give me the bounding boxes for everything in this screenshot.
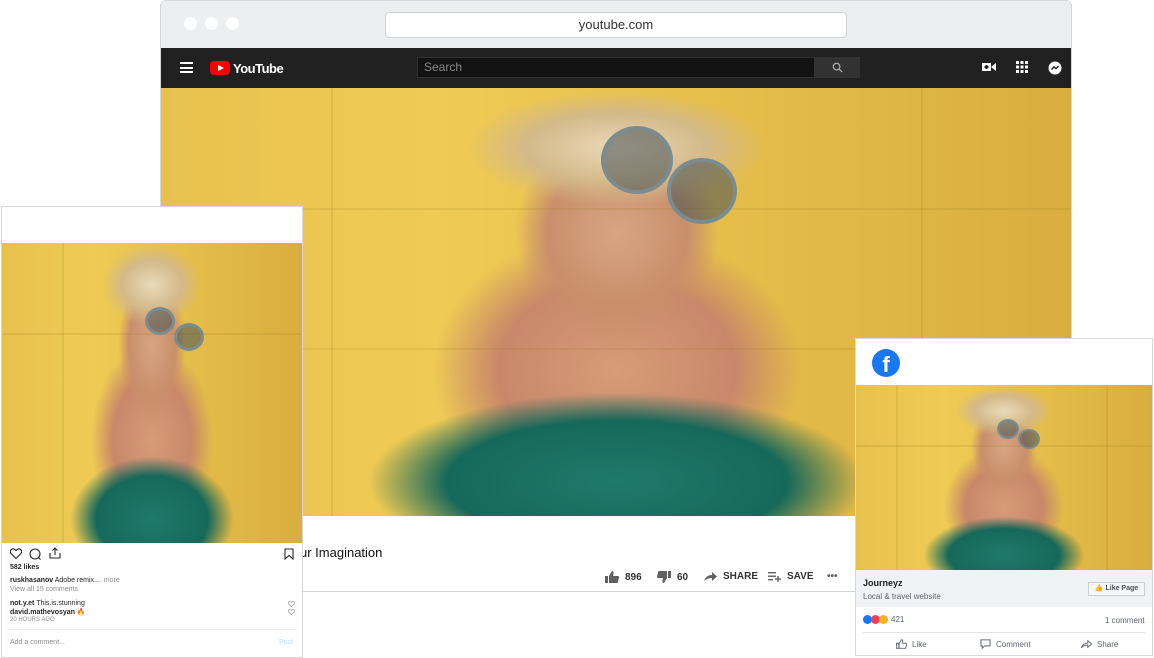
share-arrow-icon bbox=[1081, 639, 1092, 649]
window-close-dot[interactable] bbox=[184, 17, 197, 30]
bookmark-icon[interactable] bbox=[284, 548, 294, 560]
comment-like-heart-icon[interactable] bbox=[288, 609, 295, 615]
divider bbox=[863, 632, 1145, 633]
facebook-post: f Journeyz Local & travel website 👍 Like… bbox=[855, 338, 1153, 656]
youtube-header: YouTube Search bbox=[161, 48, 1071, 88]
comment-bubble-icon bbox=[980, 639, 991, 649]
thumbs-up-icon bbox=[896, 639, 907, 649]
share-action-label: Share bbox=[1097, 639, 1119, 649]
sunglasses-lens-right bbox=[174, 323, 204, 351]
apps-grid-icon[interactable] bbox=[1015, 61, 1029, 75]
comment-text: This.is.stunning bbox=[36, 600, 85, 607]
instagram-post: 582 likes ruskhasanov Adobe remix.... mo… bbox=[1, 206, 303, 658]
post-caption: ruskhasanov Adobe remix.... more bbox=[10, 577, 120, 584]
video-title: ur Imagination bbox=[300, 545, 383, 560]
dislike-button[interactable]: 60 bbox=[657, 571, 688, 583]
playlist-add-icon bbox=[768, 572, 781, 582]
comment-username[interactable]: david.mathevosyan bbox=[10, 609, 75, 616]
post-timestamp: 20 HOURS AGO bbox=[10, 617, 55, 623]
window-maximize-dot[interactable] bbox=[226, 17, 239, 30]
divider bbox=[8, 629, 296, 630]
thumbs-down-icon bbox=[657, 571, 671, 583]
like-page-label: Like Page bbox=[1105, 585, 1139, 592]
comment-row: david.mathevosyan 🔥 bbox=[10, 608, 86, 616]
likes-count[interactable]: 582 likes bbox=[10, 564, 39, 571]
caption-username[interactable]: ruskhasanov bbox=[10, 577, 53, 584]
caption-text: Adobe remix.... bbox=[54, 577, 104, 584]
thumbs-up-icon bbox=[605, 571, 619, 583]
facebook-logo-icon: f bbox=[872, 349, 900, 377]
like-action-button[interactable]: Like bbox=[896, 639, 927, 649]
page-name[interactable]: Journeyz bbox=[863, 578, 903, 588]
share-label: SHARE bbox=[723, 571, 759, 582]
comment-count[interactable]: 1 comment bbox=[1105, 616, 1145, 625]
youtube-logo[interactable]: YouTube bbox=[210, 60, 284, 76]
sunglasses-lens-right bbox=[1018, 429, 1040, 449]
post-comment-button[interactable]: Post bbox=[279, 639, 293, 646]
search-button[interactable] bbox=[815, 57, 860, 78]
like-count: 896 bbox=[625, 571, 642, 583]
like-button[interactable]: 896 bbox=[605, 571, 642, 583]
more-actions-icon[interactable]: ••• bbox=[827, 571, 838, 582]
comment-action-label: Comment bbox=[996, 639, 1031, 649]
save-label: SAVE bbox=[787, 571, 814, 582]
reactions-summary[interactable]: 421 bbox=[863, 615, 904, 624]
window-minimize-dot[interactable] bbox=[205, 17, 218, 30]
menu-icon[interactable] bbox=[180, 62, 193, 73]
share-action-button[interactable]: Share bbox=[1081, 639, 1118, 649]
sunglasses-lens-right bbox=[667, 158, 737, 224]
instagram-photo[interactable] bbox=[2, 243, 302, 543]
comment-like-heart-icon[interactable] bbox=[288, 601, 295, 607]
save-button[interactable]: SAVE bbox=[768, 571, 814, 582]
sunglasses-lens-left bbox=[997, 419, 1019, 439]
browser-title-bar: youtube.com bbox=[161, 1, 1071, 48]
view-all-comments-link[interactable]: View all 15 comments bbox=[10, 586, 78, 593]
comment-icon[interactable] bbox=[29, 548, 41, 560]
share-icon[interactable] bbox=[49, 547, 61, 559]
messages-icon[interactable] bbox=[1048, 61, 1062, 75]
share-arrow-icon bbox=[704, 572, 717, 581]
sunglasses-lens-left bbox=[601, 126, 673, 194]
add-comment-input[interactable]: Add a comment... bbox=[10, 639, 65, 646]
wow-reaction-icon bbox=[879, 615, 888, 624]
comment-action-button[interactable]: Comment bbox=[980, 639, 1031, 649]
comment-row: not.y.et This.is.stunning bbox=[10, 600, 85, 607]
dislike-count: 60 bbox=[677, 571, 689, 583]
page-category: Local & travel website bbox=[863, 592, 941, 601]
like-action-label: Like bbox=[912, 639, 927, 649]
search-input[interactable]: Search bbox=[417, 57, 815, 78]
reaction-count: 421 bbox=[891, 615, 905, 624]
create-video-icon[interactable] bbox=[982, 61, 996, 75]
comment-username[interactable]: not.y.et bbox=[10, 600, 34, 607]
share-button[interactable]: SHARE bbox=[704, 571, 758, 582]
heart-icon[interactable] bbox=[10, 548, 22, 559]
search-icon bbox=[832, 62, 843, 73]
address-bar[interactable]: youtube.com bbox=[385, 12, 847, 38]
caption-more-link[interactable]: more bbox=[104, 577, 120, 584]
like-page-button[interactable]: 👍 Like Page bbox=[1088, 582, 1145, 596]
youtube-play-icon bbox=[210, 61, 230, 75]
facebook-photo[interactable] bbox=[856, 385, 1152, 570]
youtube-logo-text: YouTube bbox=[233, 60, 284, 76]
sunglasses-lens-left bbox=[145, 307, 175, 335]
thumbs-up-icon: 👍 bbox=[1094, 585, 1104, 592]
comment-text: 🔥 bbox=[76, 609, 86, 616]
